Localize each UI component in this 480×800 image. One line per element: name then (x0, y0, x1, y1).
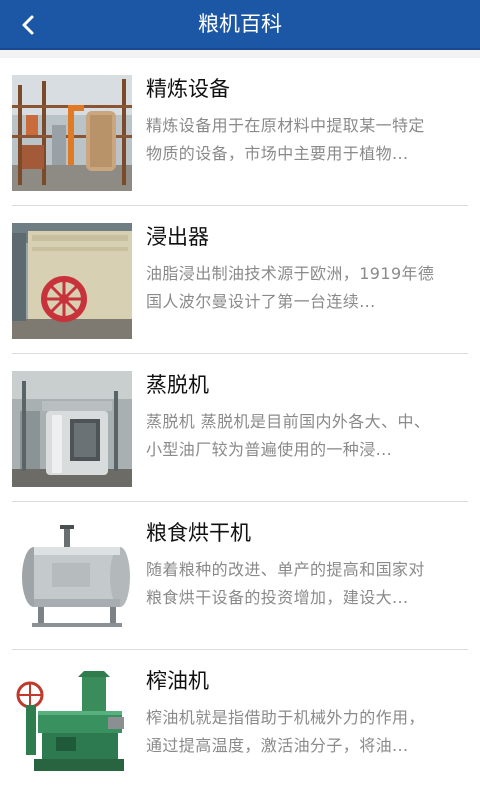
page-title: 粮机百科 (198, 12, 282, 36)
article-title: 精炼设备 (146, 77, 230, 101)
article-description-line: 通过提高温度，激活油分子，将油... (146, 736, 409, 755)
list-item[interactable]: 精炼设备 精炼设备用于在原材料中提取某一特定 物质的设备，市场中主要用于植物..… (12, 58, 468, 206)
article-description: 榨油机就是指借助于机械外力的作用， 通过提高温度，激活油分子，将油... (146, 704, 472, 760)
article-list[interactable]: 精炼设备 精炼设备用于在原材料中提取某一特定 物质的设备，市场中主要用于植物..… (0, 58, 480, 800)
list-item[interactable]: 粮食烘干机 随着粮种的改进、单产的提高和国家对 粮食烘干设备的投资增加，建设大.… (12, 502, 468, 650)
extractor-machine-image (12, 223, 132, 339)
list-item[interactable]: 浸出器 油脂浸出制油技术源于欧洲，1919年德 国人波尔曼设计了第一台连续... (12, 206, 468, 354)
article-title: 蒸脱机 (146, 373, 209, 397)
article-description-line: 随着粮种的改进、单产的提高和国家对 (146, 560, 425, 579)
list-item[interactable]: 蒸脱机 蒸脱机 蒸脱机是目前国内外各大、中、 小型油厂较为普遍使用的一种浸... (12, 354, 468, 502)
article-description-line: 榨油机就是指借助于机械外力的作用， (146, 708, 425, 727)
grain-dryer-image (12, 519, 132, 635)
article-description-line: 精炼设备用于在原材料中提取某一特定 (146, 116, 425, 135)
refinery-tower-image (12, 75, 132, 191)
desolventizer-image (12, 371, 132, 487)
article-title: 浸出器 (146, 225, 209, 249)
app-bar: 粮机百科 (0, 0, 480, 50)
article-description: 蒸脱机 蒸脱机是目前国内外各大、中、 小型油厂较为普遍使用的一种浸... (146, 408, 472, 464)
article-description-line: 蒸脱机 蒸脱机是目前国内外各大、中、 (146, 412, 431, 431)
article-description: 精炼设备用于在原材料中提取某一特定 物质的设备，市场中主要用于植物... (146, 112, 472, 168)
article-description-line: 物质的设备，市场中主要用于植物... (146, 144, 409, 163)
article-title: 榨油机 (146, 669, 209, 693)
article-description-line: 小型油厂较为普遍使用的一种浸... (146, 440, 393, 459)
article-description-line: 粮食烘干设备的投资增加，建设大... (146, 588, 409, 607)
article-description-line: 国人波尔曼设计了第一台连续... (146, 292, 376, 311)
article-description-line: 油脂浸出制油技术源于欧洲，1919年德 (146, 264, 435, 283)
list-item[interactable]: 榨油机 榨油机就是指借助于机械外力的作用， 通过提高温度，激活油分子，将油... (12, 650, 468, 798)
article-description: 随着粮种的改进、单产的提高和国家对 粮食烘干设备的投资增加，建设大... (146, 556, 472, 612)
oil-press-image (12, 667, 132, 783)
article-title: 粮食烘干机 (146, 521, 251, 545)
article-description: 油脂浸出制油技术源于欧洲，1919年德 国人波尔曼设计了第一台连续... (146, 260, 472, 316)
